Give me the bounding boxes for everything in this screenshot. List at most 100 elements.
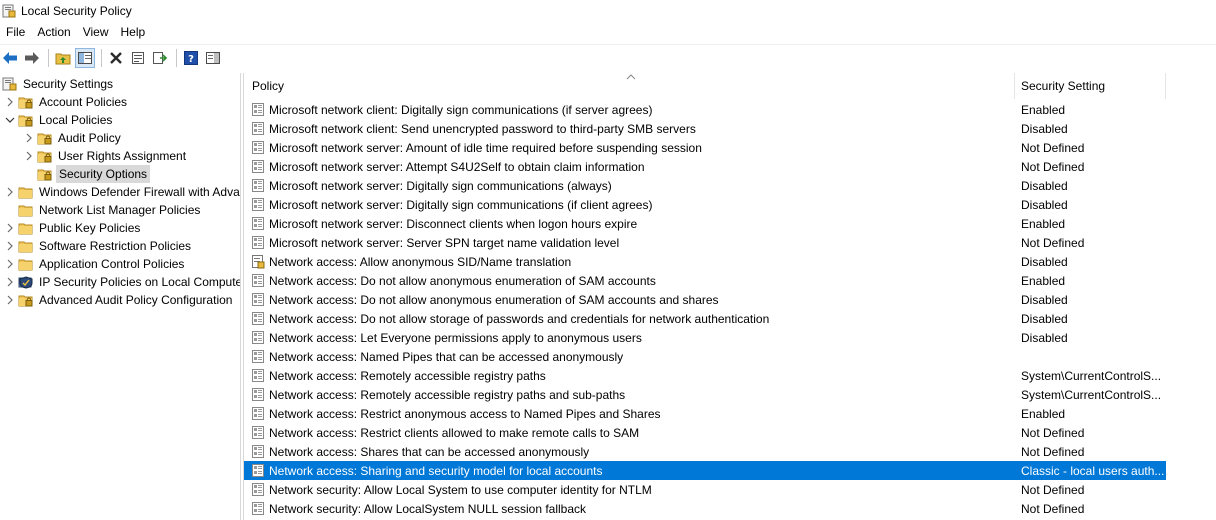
column-header-security-setting[interactable]: Security Setting [1015,73,1166,99]
tree-item[interactable]: Software Restriction Policies [4,237,193,255]
policy-cell: Network access: Let Everyone permissions… [244,330,1015,345]
policy-icon [252,216,264,230]
policy-name: Network access: Do not allow anonymous e… [269,292,719,307]
menu-action[interactable]: Action [31,22,76,42]
tree-item[interactable]: Network List Manager Policies [4,201,202,219]
table-row[interactable]: Microsoft network server: Attempt S4U2Se… [244,157,1216,176]
tree-item[interactable]: Advanced Audit Policy Configuration [4,291,234,309]
table-row[interactable]: Microsoft network server: Digitally sign… [244,195,1216,214]
policy-list: Policy Security Setting Microsoft networ… [243,73,1216,520]
show-hide-console-tree-button[interactable] [75,48,95,68]
chevron-right-icon[interactable] [4,276,16,288]
up-one-level-button[interactable] [53,48,73,68]
export-list-button[interactable] [150,48,170,68]
security-setting-cell: Disabled [1021,292,1068,307]
table-row[interactable]: Network access: Remotely accessible regi… [244,385,1216,404]
tree-item-security-settings[interactable]: Security Settings [2,75,115,93]
tree-item-label: Security Settings [23,77,114,91]
menu-view[interactable]: View [77,22,115,42]
table-row[interactable]: Network access: Remotely accessible regi… [244,366,1216,385]
chevron-right-icon[interactable] [4,96,16,108]
policy-name: Network access: Remotely accessible regi… [269,387,626,402]
table-row[interactable]: Network access: Sharing and security mod… [244,461,1166,480]
table-row[interactable]: Microsoft network client: Digitally sign… [244,100,1216,119]
delete-button[interactable] [106,48,126,68]
policy-cell: Network access: Sharing and security mod… [244,463,1015,478]
policy-cell: Network access: Restrict anonymous acces… [244,406,1015,421]
policy-cell: Microsoft network client: Digitally sign… [244,102,1015,117]
table-row[interactable]: Network access: Restrict clients allowed… [244,423,1216,442]
policy-icon [252,387,264,401]
folder-lock-icon [18,97,33,109]
help-button[interactable]: ? [181,48,201,68]
table-row[interactable]: Network access: Do not allow anonymous e… [244,271,1216,290]
policy-icon [252,159,264,173]
menu-help[interactable]: Help [115,22,152,42]
policy-name: Network access: Do not allow storage of … [269,311,770,326]
tree-item[interactable]: User Rights Assignment [23,147,188,165]
policy-cell: Network access: Do not allow storage of … [244,311,1015,326]
tree-item-label: Windows Defender Firewall with Adva [39,185,240,199]
policy-icon [252,501,264,515]
column-header-policy[interactable]: Policy [244,73,1015,99]
security-setting-cell: Not Defined [1021,482,1085,497]
chevron-right-icon[interactable] [23,132,35,144]
table-row[interactable]: Network access: Do not allow storage of … [244,309,1216,328]
policy-cell: Microsoft network server: Amount of idle… [244,140,1015,155]
chevron-right-icon[interactable] [4,186,16,198]
table-row[interactable]: Network security: Allow Local System to … [244,480,1216,499]
policy-icon [252,330,264,344]
tree-item[interactable]: Public Key Policies [4,219,142,237]
table-row[interactable]: Microsoft network client: Send unencrypt… [244,119,1216,138]
policy-icon [252,444,264,458]
chevron-down-icon[interactable] [4,114,16,126]
chevron-right-icon[interactable] [23,150,35,162]
table-row[interactable]: Microsoft network server: Digitally sign… [244,176,1216,195]
delete-icon [110,52,122,64]
policy-name: Network security: Allow LocalSystem NULL… [269,501,587,516]
back-arrow-icon [3,52,17,64]
policy-cell: Microsoft network server: Attempt S4U2Se… [244,159,1015,174]
chevron-right-icon[interactable] [4,222,16,234]
security-setting-cell: Enabled [1021,102,1066,117]
table-row[interactable]: Network access: Do not allow anonymous e… [244,290,1216,309]
policy-cell: Network access: Remotely accessible regi… [244,368,1015,383]
menu-file[interactable]: File [0,22,31,42]
show-hide-action-pane-button[interactable] [203,48,223,68]
back-button[interactable] [0,48,20,68]
tree-item[interactable]: Local Policies [4,111,114,129]
table-row[interactable]: Network access: Named Pipes that can be … [244,347,1216,366]
policy-name: Microsoft network server: Digitally sign… [269,197,653,212]
show-hide-tree-icon [78,52,92,64]
list-rows: Microsoft network client: Digitally sign… [244,100,1216,518]
table-row[interactable]: Network security: Allow LocalSystem NULL… [244,499,1216,518]
tree-item[interactable]: Security Options [23,165,151,183]
table-row[interactable]: Network access: Shares that can be acces… [244,442,1216,461]
table-row[interactable]: Network access: Allow anonymous SID/Name… [244,252,1216,271]
tree-item[interactable]: Application Control Policies [4,255,186,273]
table-row[interactable]: Network access: Restrict anonymous acces… [244,404,1216,423]
security-setting-cell: Enabled [1021,273,1066,288]
properties-button[interactable] [128,48,148,68]
table-row[interactable]: Microsoft network server: Disconnect cli… [244,214,1216,233]
properties-icon [132,52,144,64]
tree-item[interactable]: Audit Policy [23,129,123,147]
policy-name: Network security: Allow Local System to … [269,482,652,497]
ip-security-shield-icon [18,276,33,289]
chevron-right-icon[interactable] [4,240,16,252]
chevron-right-icon[interactable] [4,258,16,270]
table-row[interactable]: Microsoft network server: Amount of idle… [244,138,1216,157]
tree-item[interactable]: IP Security Policies on Local Compute [4,273,240,291]
folder-lock-icon [18,115,33,127]
help-icon: ? [184,51,198,65]
security-setting-cell: System\CurrentControlS... [1021,368,1162,383]
policy-name: Microsoft network server: Amount of idle… [269,140,702,155]
table-row[interactable]: Network access: Let Everyone permissions… [244,328,1216,347]
toolbar-separator [176,49,177,67]
chevron-right-icon[interactable] [4,294,16,306]
tree-item[interactable]: Windows Defender Firewall with Adva [4,183,240,201]
security-setting-cell: Not Defined [1021,159,1085,174]
tree-item[interactable]: Account Policies [4,93,129,111]
table-row[interactable]: Microsoft network server: Server SPN tar… [244,233,1216,252]
forward-button[interactable] [22,48,42,68]
